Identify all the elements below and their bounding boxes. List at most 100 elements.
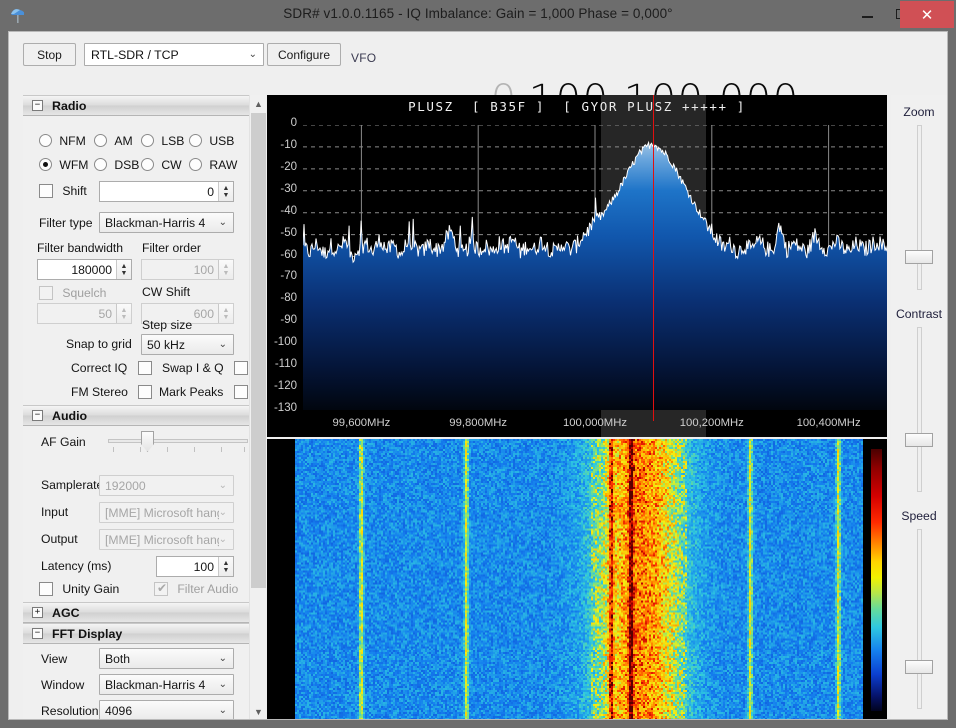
chevron-down-icon: ⌄ [218, 217, 227, 228]
filter-audio-toggle[interactable]: Filter Audio [154, 581, 238, 596]
fft-group-title: FFT Display [52, 626, 123, 641]
squelch-toggle[interactable]: Squelch [39, 286, 106, 300]
center-frequency-line [653, 95, 655, 421]
unity-gain-label: Unity Gain [62, 582, 120, 596]
zoom-slider[interactable] [905, 125, 933, 290]
speed-slider[interactable] [905, 529, 933, 709]
correct-iq-label: Correct IQ [71, 361, 128, 375]
y-axis-tick-label: -100 [273, 336, 297, 349]
cw-shift-spinner-arrows[interactable]: ▲ ▼ [218, 304, 233, 323]
audio-group-title: Audio [52, 408, 88, 423]
audio-group-header[interactable]: − Audio [23, 405, 249, 426]
mode-lsb[interactable]: LSB [141, 134, 184, 148]
mark-peaks-toggle[interactable]: Mark Peaks [159, 385, 248, 399]
spectrum-display[interactable]: PLUSZ [ B35F ] [ GYOR PLUSZ +++++ ] 0 -10… [267, 95, 887, 437]
af-gain-slider[interactable] [108, 429, 248, 455]
zoom-slider-track [917, 125, 922, 290]
contrast-slider-label: Contrast [895, 307, 943, 321]
waterfall-colorbar [871, 449, 882, 711]
mode-raw[interactable]: RAW [189, 158, 237, 172]
mode-dsb[interactable]: DSB [94, 158, 139, 172]
output-label: Output [41, 532, 78, 546]
minimize-button[interactable] [852, 0, 882, 27]
radio-wfm-icon[interactable] [39, 158, 52, 171]
radio-usb-icon[interactable] [189, 134, 202, 147]
radio-group-header[interactable]: − Radio [23, 95, 249, 116]
filter-order-spinner-arrows[interactable]: ▲ ▼ [218, 260, 233, 279]
fm-stereo-checkbox[interactable] [138, 385, 153, 399]
radio-am-icon[interactable] [94, 134, 107, 147]
scrollbar-thumb[interactable] [251, 113, 266, 588]
shift-spinner-arrows[interactable]: ▲ ▼ [218, 182, 233, 201]
window-label: Window [41, 678, 85, 692]
swap-iq-toggle[interactable]: Swap I & Q [162, 361, 248, 375]
fm-stereo-toggle[interactable]: FM Stereo [71, 385, 153, 399]
samplerate-select[interactable]: 192000 ⌄ [99, 475, 234, 496]
mode-wfm[interactable]: WFM [39, 158, 88, 172]
squelch-spinner-arrows[interactable]: ▲ ▼ [116, 304, 131, 323]
spectrum-plot [303, 125, 887, 410]
configure-button[interactable]: Configure [267, 43, 341, 66]
correct-iq-checkbox[interactable] [137, 361, 152, 375]
af-gain-thumb[interactable] [141, 431, 154, 452]
resolution-select[interactable]: 4096 ⌄ [99, 700, 234, 719]
filter-bandwidth-spinner-arrows[interactable]: ▲ ▼ [116, 260, 131, 279]
rds-station-text: PLUSZ [ B35F ] [ GYOR PLUSZ +++++ ] [408, 99, 746, 114]
agc-group-expander[interactable]: + [32, 607, 43, 618]
radio-nfm-icon[interactable] [39, 134, 52, 147]
filter-type-select[interactable]: Blackman-Harris 4 ⌄ [99, 212, 234, 233]
correct-iq-toggle[interactable]: Correct IQ [71, 361, 152, 375]
mode-dsb-label: DSB [114, 158, 140, 172]
mode-cw-label: CW [161, 158, 182, 172]
scroll-down-icon[interactable]: ▼ [250, 703, 267, 719]
swap-iq-checkbox[interactable] [233, 361, 248, 375]
mode-usb[interactable]: USB [189, 134, 234, 148]
squelch-checkbox[interactable] [39, 286, 53, 300]
mode-cw[interactable]: CW [141, 158, 182, 172]
view-select[interactable]: Both ⌄ [99, 648, 234, 669]
close-button[interactable]: ✕ [900, 1, 954, 28]
output-device-select[interactable]: [MME] Microsoft hangle ⌄ [99, 529, 234, 550]
fft-group-header[interactable]: − FFT Display [23, 623, 249, 644]
source-device-select[interactable]: RTL-SDR / TCP ⌄ [84, 43, 264, 66]
shift-value-input[interactable]: 0 ▲ ▼ [99, 181, 234, 202]
source-device-value: RTL-SDR / TCP [91, 47, 179, 62]
latency-spinner-arrows[interactable]: ▲ ▼ [218, 557, 233, 576]
squelch-value-input[interactable]: 50 ▲ ▼ [37, 303, 132, 324]
title-bar[interactable]: SDR# v1.0.0.1165 - IQ Imbalance: Gain = … [0, 0, 956, 31]
left-panel-scrollbar[interactable]: ▲ ▼ [249, 95, 267, 719]
radio-raw-icon[interactable] [189, 158, 202, 171]
latency-input[interactable]: 100 ▲ ▼ [156, 556, 234, 577]
shift-toggle[interactable]: Shift [39, 184, 87, 198]
mode-nfm[interactable]: NFM [39, 134, 86, 148]
shift-checkbox[interactable] [39, 184, 53, 198]
filter-audio-checkbox[interactable] [154, 581, 169, 596]
radio-cw-icon[interactable] [141, 158, 154, 171]
contrast-slider[interactable] [905, 327, 933, 492]
scroll-up-icon[interactable]: ▲ [250, 95, 267, 112]
stop-button-label: Stop [37, 47, 62, 62]
speed-slider-thumb[interactable] [905, 660, 933, 674]
waterfall-display[interactable] [267, 439, 887, 719]
filter-bandwidth-input[interactable]: 180000 ▲ ▼ [37, 259, 132, 280]
input-device-select[interactable]: [MME] Microsoft hangle ⌄ [99, 502, 234, 523]
radio-lsb-icon[interactable] [141, 134, 154, 147]
mode-am-label: AM [114, 134, 133, 148]
unity-gain-checkbox[interactable] [39, 582, 53, 596]
mark-peaks-checkbox[interactable] [233, 385, 248, 399]
y-axis-tick-label: -50 [280, 226, 297, 239]
step-size-select[interactable]: 50 kHz ⌄ [141, 334, 234, 355]
y-axis-tick-label: 0 [290, 117, 297, 129]
zoom-slider-thumb[interactable] [905, 250, 933, 264]
window-select[interactable]: Blackman-Harris 4 ⌄ [99, 674, 234, 695]
agc-group-header[interactable]: + AGC [23, 602, 249, 623]
mode-am[interactable]: AM [94, 134, 133, 148]
stop-button[interactable]: Stop [23, 43, 76, 66]
audio-group-expander[interactable]: − [32, 410, 43, 421]
unity-gain-toggle[interactable]: Unity Gain [39, 582, 119, 596]
contrast-slider-thumb[interactable] [905, 433, 933, 447]
filter-order-input[interactable]: 100 ▲ ▼ [141, 259, 234, 280]
fft-group-expander[interactable]: − [32, 628, 43, 639]
radio-dsb-icon[interactable] [94, 158, 107, 171]
radio-group-expander[interactable]: − [32, 100, 43, 111]
